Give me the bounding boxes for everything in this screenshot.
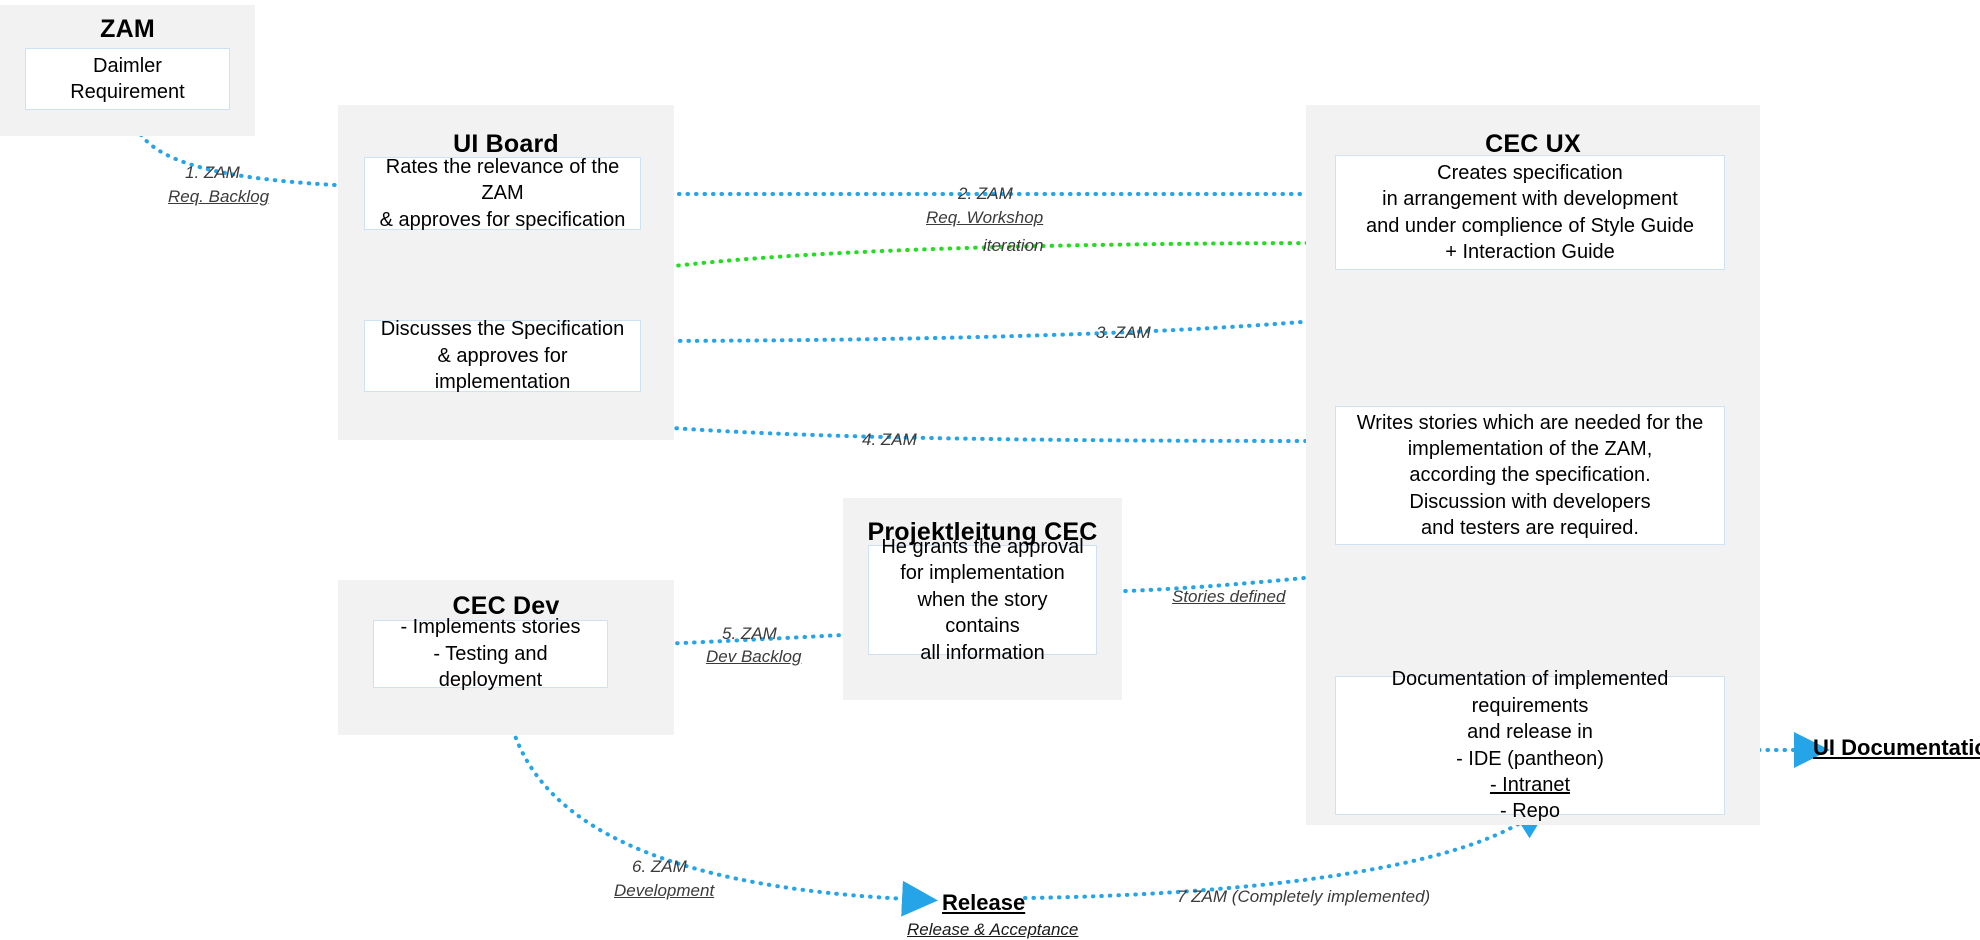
box-daimler-requirement[interactable]: Daimler Requirement (25, 48, 230, 110)
edge-sublabel-2-zam: Req. Workshop (926, 208, 1044, 227)
box-creates-specification-text: Creates specification in arrangement wit… (1366, 161, 1694, 263)
box-implements-stories[interactable]: - Implements stories - Testing and deplo… (373, 616, 608, 691)
edge-label-4-zam: 4. ZAM (862, 430, 917, 449)
milestone-release-sublabel: Release & Acceptance (907, 920, 1079, 939)
box-writes-stories-text: Writes stories which are needed for the … (1356, 411, 1704, 540)
edge-label-2-zam: 2. ZAM (958, 184, 1013, 203)
edge-label-1-zam: 1. ZAM (185, 163, 240, 182)
box-discusses-specification[interactable]: Discusses the Specification & approves f… (364, 318, 641, 393)
workflow-diagram: ZAM Daimler Requirement UI Board Rates t… (0, 0, 1980, 939)
edge-label-7-zam: 7 ZAM (Completely implemented) (1177, 887, 1431, 906)
box-rates-relevance-text: Rates the relevance of the ZAM & approve… (379, 155, 626, 231)
box-creates-specification[interactable]: Creates specification in arrangement wit… (1335, 155, 1725, 270)
box-implements-stories-text: - Implements stories - Testing and deplo… (400, 616, 581, 692)
edge-label-5-zam: 5. ZAM (722, 624, 777, 643)
box-documentation-line-4[interactable]: - Intranet (1490, 772, 1570, 798)
milestone-ui-documentation[interactable]: UI Documentation (1813, 735, 1980, 761)
box-documentation-line-2: and release in (1467, 721, 1593, 744)
box-grants-approval-text: He grants the approval for implementatio… (881, 536, 1084, 664)
milestone-release[interactable]: Release (942, 890, 1025, 916)
box-documentation[interactable]: Documentation of implemented requirement… (1335, 668, 1725, 822)
box-discusses-specification-text: Discusses the Specification & approves f… (380, 318, 625, 394)
edge-label-iteration: iteration (983, 236, 1044, 255)
edge-sublabel-1-zam: Req. Backlog (168, 187, 270, 206)
box-writes-stories[interactable]: Writes stories which are needed for the … (1335, 406, 1725, 545)
edge-sublabel-6-zam: Development (614, 881, 715, 900)
box-daimler-requirement-text: Daimler Requirement (70, 54, 185, 103)
box-rates-relevance[interactable]: Rates the relevance of the ZAM & approve… (364, 155, 641, 231)
edge-label-6-zam: 6. ZAM (632, 857, 687, 876)
panel-title-zam: ZAM (100, 15, 155, 43)
box-documentation-line-3: - IDE (pantheon) (1456, 747, 1604, 770)
box-documentation-line-1: Documentation of implemented requirement… (1391, 668, 1669, 717)
edge-sublabel-5-zam: Dev Backlog (706, 647, 802, 666)
box-documentation-line-5: - Repo (1499, 800, 1561, 823)
edge-label-3-zam: 3. ZAM (1096, 323, 1151, 342)
edge-label-stories-defined: Stories defined (1172, 587, 1286, 606)
box-grants-approval[interactable]: He grants the approval for implementatio… (868, 536, 1097, 664)
